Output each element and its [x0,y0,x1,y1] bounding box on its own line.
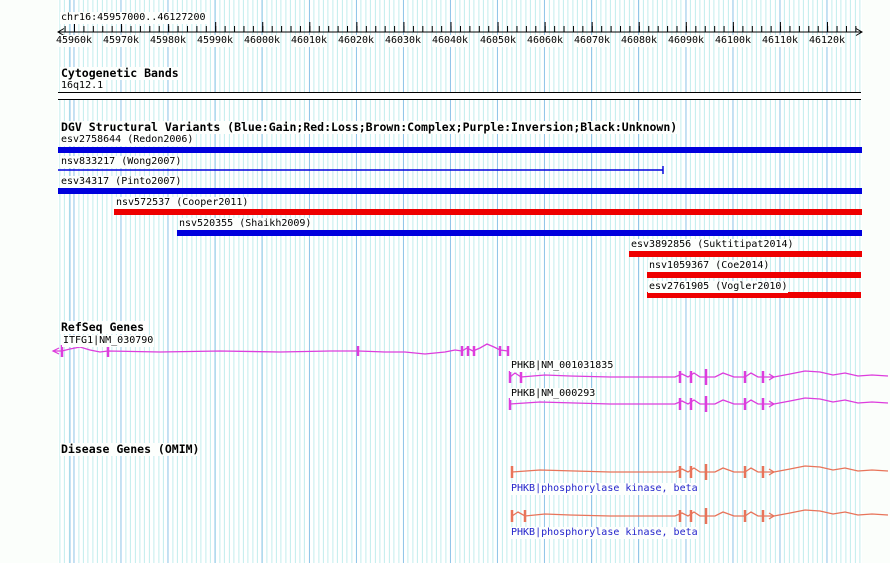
variant-bar-nsv572537[interactable] [114,209,862,215]
ruler-tick-label: 46110k [762,35,798,47]
variant-label-nsv572537[interactable]: nsv572537 (Cooper2011) [115,197,249,209]
ruler-tick-label: 46020k [338,35,374,47]
variant-label-nsv1059367[interactable]: nsv1059367 (Coe2014) [648,260,770,272]
variant-bar-nsv520355[interactable] [177,230,862,236]
gene-label-phkb-031835[interactable]: PHKB|NM_001031835 [510,360,614,372]
ruler-tick-label: 46100k [715,35,751,47]
gene-label-itfg1[interactable]: ITFG1|NM_030790 [62,335,154,347]
ruler-tick-label: 45960k [56,35,92,47]
ruler-tick-label: 46040k [432,35,468,47]
variant-bar-esv34317[interactable] [58,188,862,194]
ruler-tick-label: 45970k [103,35,139,47]
genome-browser-view: chr16:45957000..46127200 45960k 45970k 4… [0,0,890,563]
ruler-tick-label: 46090k [668,35,704,47]
ruler-tick-label: 46070k [574,35,610,47]
region-coordinates-label: chr16:45957000..46127200 [60,12,207,24]
section-title-dgv: DGV Structural Variants (Blue:Gain;Red:L… [60,121,678,134]
ruler-tick-label: 46030k [385,35,421,47]
cytoband-box-16q12-1[interactable] [58,92,861,100]
variant-label-nsv520355[interactable]: nsv520355 (Shaikh2009) [178,218,312,230]
ruler-tick-label: 45990k [197,35,233,47]
section-title-omim: Disease Genes (OMIM) [60,443,200,456]
omim-gene-label-2[interactable]: PHKB|phosphorylase kinase, beta [510,527,699,539]
variant-bar-nsv1059367[interactable] [647,272,861,278]
variant-label-esv34317[interactable]: esv34317 (Pinto2007) [60,176,182,188]
variant-label-esv3892856[interactable]: esv3892856 (Suktitipat2014) [630,239,795,251]
cytoband-label[interactable]: 16q12.1 [60,80,104,92]
gene-label-phkb-000293[interactable]: PHKB|NM_000293 [510,388,596,400]
variant-label-esv2758644[interactable]: esv2758644 (Redon2006) [60,134,194,146]
variant-bar-esv2758644[interactable] [58,147,862,153]
ruler-tick-label: 45980k [150,35,186,47]
omim-gene-glyph-2[interactable] [512,508,888,524]
omim-gene-glyph-1[interactable] [512,464,888,480]
variant-label-nsv833217[interactable]: nsv833217 (Wong2007) [60,156,182,168]
ruler-tick-label: 46120k [809,35,845,47]
ruler-tick-label: 46080k [621,35,657,47]
section-title-refseq: RefSeq Genes [60,321,145,334]
omim-gene-label-1[interactable]: PHKB|phosphorylase kinase, beta [510,483,699,495]
variant-label-esv2761905[interactable]: esv2761905 (Vogler2010) [648,281,788,293]
ruler-tick-label: 46060k [527,35,563,47]
section-title-cytobands: Cytogenetic Bands [60,67,180,80]
ruler-tick-label: 46010k [291,35,327,47]
ruler-tick-label: 46000k [244,35,280,47]
variant-bar-esv3892856[interactable] [629,251,862,257]
ruler-tick-label: 46050k [480,35,516,47]
